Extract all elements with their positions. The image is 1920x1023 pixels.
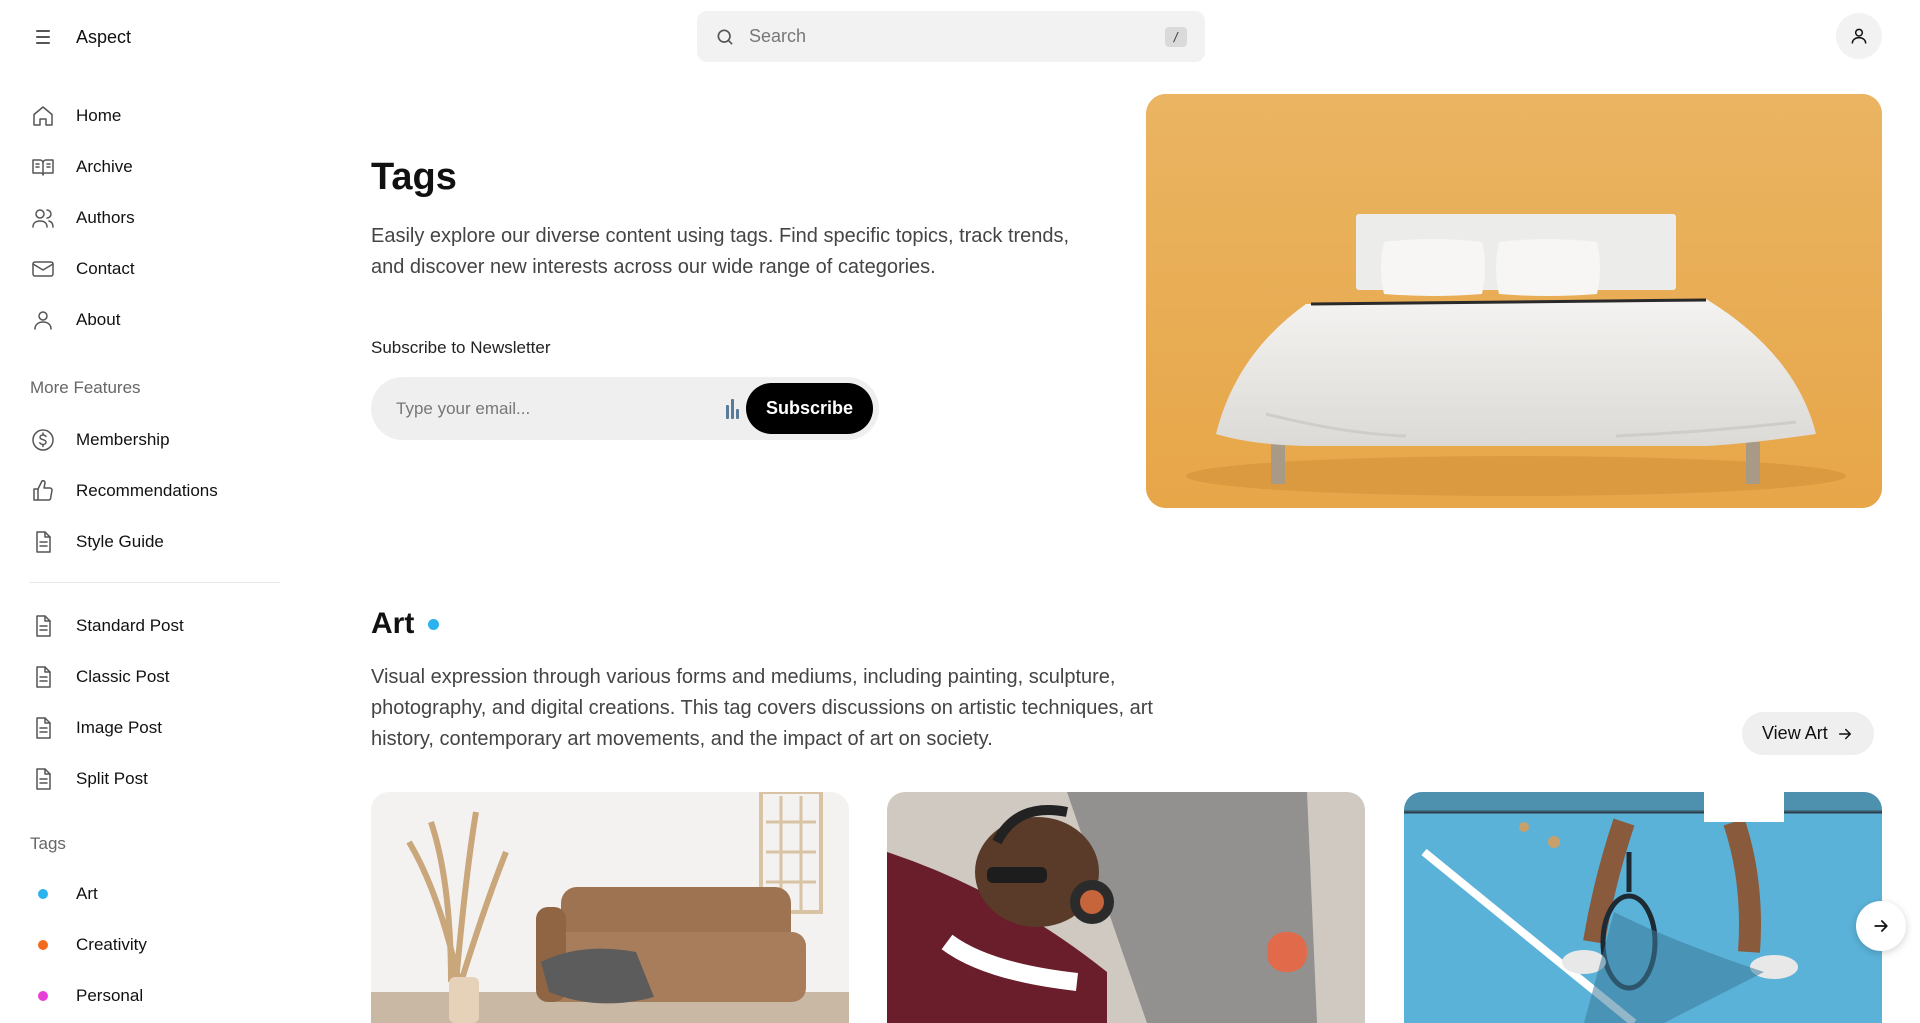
- account-button[interactable]: [1836, 13, 1882, 59]
- sidebar-item-label: Art: [76, 883, 98, 903]
- users-icon: [30, 205, 56, 231]
- sidebar-item-home[interactable]: Home: [30, 90, 135, 141]
- subscribe-button[interactable]: Subscribe: [745, 383, 873, 434]
- sidebar-item-label: Split Post: [76, 768, 148, 788]
- sidebar-item-classic-post[interactable]: Classic Post: [30, 651, 184, 702]
- sidebar-item-archive[interactable]: Archive: [30, 141, 135, 192]
- post-types-nav: Standard Post Classic Post Image Post Sp…: [30, 600, 184, 804]
- sidebar-tag-personal[interactable]: Personal: [30, 970, 147, 1021]
- sidebar-item-label: Archive: [76, 156, 133, 176]
- view-art-label: View Art: [1762, 723, 1828, 743]
- search-icon: [717, 29, 733, 45]
- search-shortcut-key: /: [1165, 26, 1187, 47]
- sidebar-item-membership[interactable]: Membership: [30, 414, 218, 465]
- mail-icon: [30, 256, 56, 282]
- section-description: Visual expression through various forms …: [371, 666, 1153, 750]
- document-icon: [30, 664, 56, 690]
- sidebar-divider: [30, 582, 280, 583]
- sidebar-item-label: Creativity: [76, 934, 147, 954]
- search-input[interactable]: Search: [749, 26, 1165, 47]
- newsletter-form: Type your email... Subscribe: [371, 377, 879, 440]
- page-description: Easily explore our diverse content using…: [371, 225, 1070, 278]
- password-manager-icon[interactable]: [725, 398, 740, 419]
- carousel-next-button[interactable]: [1856, 901, 1906, 951]
- email-field[interactable]: Type your email...: [396, 399, 726, 419]
- sidebar-item-standard-post[interactable]: Standard Post: [30, 600, 184, 651]
- sidebar-item-label: Authors: [76, 207, 135, 227]
- document-icon: [30, 715, 56, 741]
- sidebar-item-label: Recommendations: [76, 480, 218, 500]
- sidebar-item-style-guide[interactable]: Style Guide: [30, 516, 218, 567]
- dollar-circle-icon: [30, 427, 56, 453]
- home-icon: [30, 103, 56, 129]
- sidebar-item-label: Home: [76, 105, 122, 125]
- sidebar-item-label: Personal: [76, 985, 144, 1005]
- more-features-nav: Membership Recommendations Style Guide: [30, 414, 218, 567]
- document-icon: [30, 613, 56, 639]
- tag-color-dot: [38, 939, 48, 950]
- main-nav: Home Archive Authors Contact About: [30, 90, 135, 345]
- brand: Aspect: [30, 24, 131, 50]
- view-art-button[interactable]: View Art: [1742, 712, 1874, 755]
- sidebar-item-label: Image Post: [76, 717, 162, 737]
- post-card-image-man-headphones[interactable]: [887, 792, 1365, 1023]
- user-icon: [30, 307, 56, 333]
- tags-heading: Tags: [30, 834, 66, 853]
- sidebar-item-recommendations[interactable]: Recommendations: [30, 465, 218, 516]
- document-icon: [30, 766, 56, 792]
- arrow-right-icon: [1838, 728, 1851, 739]
- sidebar-item-image-post[interactable]: Image Post: [30, 702, 184, 753]
- sidebar-item-about[interactable]: About: [30, 294, 135, 345]
- sidebar-item-label: Style Guide: [76, 531, 164, 551]
- more-features-heading: More Features: [30, 378, 141, 397]
- sidebar-item-label: Membership: [76, 429, 170, 449]
- page-title: Tags: [371, 156, 457, 198]
- art-section-header: Art: [371, 607, 440, 641]
- post-card-image-tennis[interactable]: [1404, 792, 1882, 1023]
- sidebar-item-split-post[interactable]: Split Post: [30, 753, 184, 804]
- tag-color-dot: [38, 888, 48, 899]
- sidebar-item-label: Classic Post: [76, 666, 170, 686]
- sidebar-tag-art[interactable]: Art: [30, 868, 147, 919]
- sidebar: Aspect Home Archive Authors Contact Abou…: [0, 0, 300, 1023]
- sidebar-item-authors[interactable]: Authors: [30, 192, 135, 243]
- thumbs-up-icon: [30, 478, 56, 504]
- tag-color-dot: [38, 990, 48, 1001]
- post-card-image-sofa[interactable]: [371, 792, 849, 1023]
- sidebar-item-label: Standard Post: [76, 615, 184, 635]
- arrow-right-icon: [1874, 920, 1888, 932]
- document-icon: [30, 529, 56, 555]
- brand-name[interactable]: Aspect: [76, 27, 131, 48]
- tags-nav: Art Creativity Personal: [30, 868, 147, 1021]
- hamburger-menu-icon[interactable]: [30, 24, 56, 50]
- hero-bed-image: [1146, 94, 1882, 508]
- newsletter-label: Subscribe to Newsletter: [371, 338, 551, 357]
- sidebar-item-label: About: [76, 309, 121, 329]
- search-bar[interactable]: Search /: [697, 11, 1205, 62]
- sidebar-tag-creativity[interactable]: Creativity: [30, 919, 147, 970]
- section-title: Art: [371, 607, 415, 640]
- sidebar-item-label: Contact: [76, 258, 135, 278]
- tag-color-dot: [428, 618, 440, 630]
- user-icon: [1851, 28, 1867, 44]
- sidebar-item-contact[interactable]: Contact: [30, 243, 135, 294]
- book-open-icon: [30, 154, 56, 180]
